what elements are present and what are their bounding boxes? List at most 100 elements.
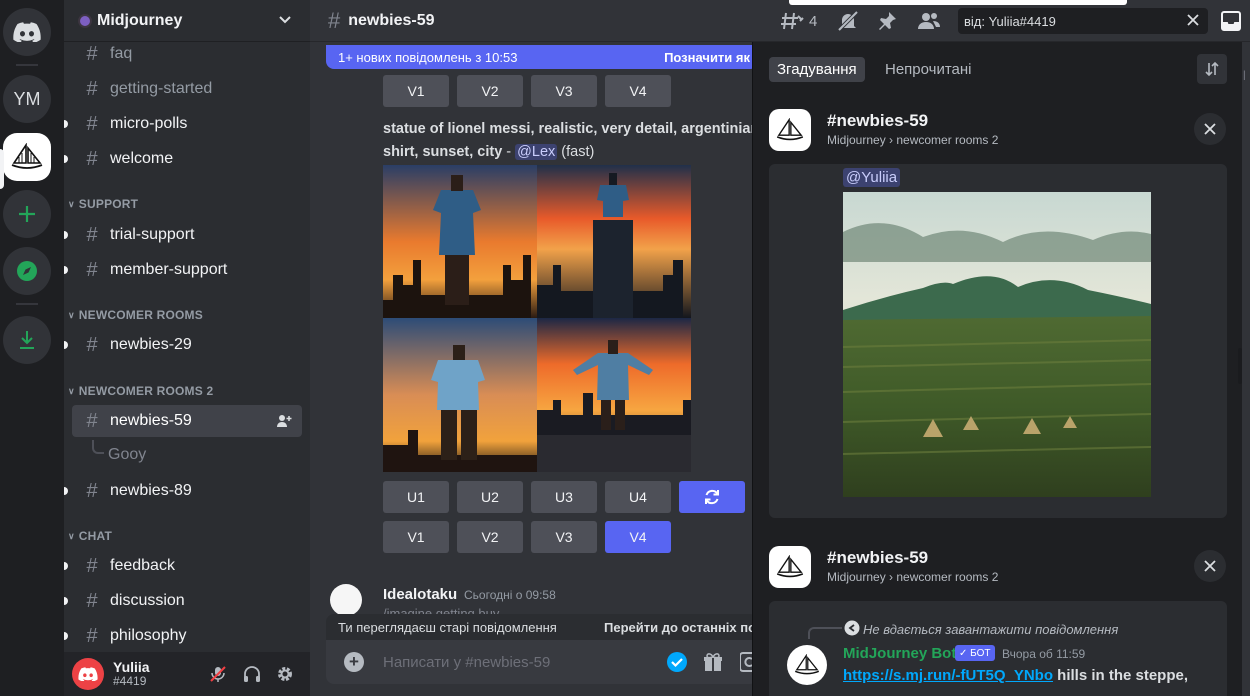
user-info[interactable]: Yuliia #4419 — [113, 660, 150, 688]
variation-button[interactable]: V2 — [457, 521, 523, 553]
download-icon[interactable] — [3, 316, 51, 364]
channel-label: getting-started — [110, 80, 213, 97]
avatar[interactable] — [72, 658, 104, 690]
variation-button[interactable]: V3 — [531, 521, 597, 553]
header-toolbar: 4 від: Yuliia#4419 — [755, 0, 1250, 42]
avatar[interactable] — [330, 584, 362, 616]
tab-mentions[interactable]: Згадування — [769, 57, 865, 82]
bot-message-text: hills in the steppe, — [1053, 667, 1189, 684]
rail-separator — [16, 303, 38, 305]
pinned-messages-button[interactable] — [876, 10, 898, 32]
server-icon — [769, 546, 811, 588]
upscale-button[interactable]: U1 — [383, 481, 449, 513]
gift-icon[interactable] — [702, 651, 724, 673]
server-icon — [769, 109, 811, 151]
notification-settings-button[interactable] — [837, 10, 859, 32]
mention-channel[interactable]: #newbies-59 — [827, 111, 928, 131]
channel-trial-support[interactable]: # trial-support — [64, 219, 302, 251]
channel-discussion[interactable]: # discussion — [64, 585, 302, 617]
variation-button-selected[interactable]: V4 — [605, 521, 671, 553]
variation-button[interactable]: V2 — [457, 75, 523, 107]
new-messages-bar[interactable]: 1+ нових повідомлень з 10:53 Позначити я… — [326, 45, 755, 69]
message-author[interactable]: Idealotaku — [383, 586, 457, 603]
check-icon: ✓ — [959, 647, 971, 659]
prompt-link[interactable]: https://s.mj.run/-fUT5Q_YNbo — [843, 667, 1053, 684]
channel-label: member-support — [110, 261, 228, 278]
bot-author[interactable]: MidJourney Bot — [843, 645, 956, 662]
channel-header: # newbies-59 — [310, 0, 755, 42]
category-chat[interactable]: ∨ CHAT — [68, 529, 112, 543]
variation-button[interactable]: V1 — [383, 521, 449, 553]
user-tag: #4419 — [113, 674, 147, 688]
variation-button[interactable]: V3 — [531, 75, 597, 107]
search-input[interactable]: від: Yuliia#4419 — [958, 8, 1208, 34]
channel-welcome[interactable]: # welcome — [64, 143, 302, 175]
channel-label: newbies-59 — [110, 412, 192, 429]
mark-as-read-button[interactable]: Позначити як — [664, 50, 750, 65]
discord-home-icon[interactable] — [3, 8, 51, 56]
channel-newbies-89[interactable]: # newbies-89 — [64, 475, 302, 507]
gear-icon[interactable] — [275, 664, 295, 684]
upscale-button[interactable]: U3 — [531, 481, 597, 513]
channel-micro-polls[interactable]: # micro-polls — [64, 108, 302, 140]
scroll-gutter: | — [1242, 42, 1250, 696]
filter-button[interactable] — [1197, 54, 1227, 84]
variation-button[interactable]: V1 — [383, 75, 449, 107]
scrollbar[interactable] — [1238, 348, 1242, 384]
category-newcomer-rooms-2[interactable]: ∨ NEWCOMER ROOMS 2 — [68, 384, 213, 398]
add-server-icon[interactable] — [3, 190, 51, 238]
message-composer[interactable]: + Написати у #newbies-59 — [326, 640, 755, 684]
generated-image-grid[interactable] — [383, 165, 691, 472]
variation-button[interactable]: V4 — [605, 75, 671, 107]
clear-search-icon[interactable] — [1186, 13, 1200, 27]
bot-badge-label: БОТ — [970, 647, 991, 659]
category-newcomer-rooms[interactable]: ∨ NEWCOMER ROOMS — [68, 308, 203, 322]
channel-label: feedback — [110, 557, 175, 574]
reroll-button[interactable] — [679, 481, 745, 513]
mention-card-header[interactable]: #newbies-59 Midjourney › newcomer rooms … — [769, 109, 1229, 169]
thread-gooy[interactable]: Gooy — [108, 446, 146, 464]
channel-faq[interactable]: # faq — [72, 38, 302, 70]
category-support[interactable]: ∨ SUPPORT — [68, 197, 138, 211]
channel-newbies-29[interactable]: # newbies-29 — [64, 329, 302, 361]
channel-philosophy[interactable]: # philosophy — [64, 620, 302, 652]
channel-newbies-59[interactable]: # newbies-59 — [72, 405, 302, 437]
headphones-icon[interactable] — [242, 664, 262, 684]
dismiss-mention-button[interactable] — [1194, 113, 1226, 145]
inbox-header: Згадування Непрочитані — [753, 42, 1242, 98]
avatar[interactable] — [787, 645, 827, 685]
mute-mic-icon[interactable] — [208, 664, 228, 684]
caret-down-icon: ∨ — [68, 309, 75, 320]
channel-sidebar: Midjourney # faq # getting-started # micro-… — [64, 0, 310, 696]
channel-feedback[interactable]: # feedback — [64, 550, 302, 582]
hash-icon: # — [86, 624, 98, 647]
channel-member-support[interactable]: # member-support — [64, 254, 302, 286]
add-member-icon[interactable] — [276, 413, 292, 429]
mention-channel[interactable]: #newbies-59 — [827, 548, 928, 568]
generated-image[interactable] — [842, 192, 1152, 497]
user-mention[interactable]: @Lex — [515, 144, 558, 160]
member-list-button[interactable] — [917, 10, 941, 32]
add-attachment-icon[interactable]: + — [344, 652, 364, 672]
window-overlay-strip — [789, 0, 1127, 5]
nitro-badge-icon[interactable] — [666, 651, 688, 673]
guild-header[interactable]: Midjourney — [64, 0, 310, 42]
channel-label: newbies-89 — [110, 482, 192, 499]
hash-thread-icon: # — [86, 409, 98, 432]
upscale-button[interactable]: U2 — [457, 481, 523, 513]
channel-getting-started[interactable]: # getting-started — [72, 73, 302, 105]
dismiss-mention-button[interactable] — [1194, 550, 1226, 582]
unread-pip — [64, 266, 68, 274]
mention-card-header[interactable]: #newbies-59 Midjourney › newcomer rooms … — [769, 546, 1229, 606]
jump-to-present-button[interactable]: Перейти до останніх по — [604, 620, 755, 635]
server-ym[interactable]: YM — [3, 75, 51, 123]
tab-unreads[interactable]: Непрочитані — [877, 57, 980, 82]
upscale-button[interactable]: U4 — [605, 481, 671, 513]
hash-thread-icon: # — [86, 333, 98, 356]
inbox-button[interactable] — [1221, 10, 1241, 32]
server-midjourney[interactable] — [3, 133, 51, 181]
explore-compass-icon[interactable] — [3, 247, 51, 295]
user-mention[interactable]: @Yuliia — [843, 168, 901, 187]
hash-thread-icon: # — [86, 147, 98, 170]
threads-button[interactable]: 4 — [781, 10, 817, 32]
